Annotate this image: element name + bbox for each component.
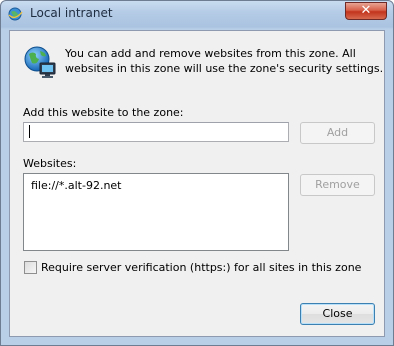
- remove-button[interactable]: Remove: [300, 174, 375, 196]
- dialog-window: Local intranet ✕ You can add and remove …: [0, 0, 394, 346]
- internet-options-icon: [8, 6, 24, 22]
- globe-network-icon: [23, 45, 57, 79]
- add-button[interactable]: Add: [300, 122, 375, 144]
- close-button[interactable]: Close: [300, 303, 375, 325]
- websites-list[interactable]: file://*.alt-92.net: [23, 173, 289, 251]
- require-https-checkbox[interactable]: [24, 261, 37, 274]
- add-website-input[interactable]: [23, 122, 289, 142]
- zone-description: You can add and remove websites from thi…: [65, 47, 384, 75]
- window-title: Local intranet: [30, 6, 113, 20]
- list-item[interactable]: file://*.alt-92.net: [31, 179, 122, 192]
- dialog-body: You can add and remove websites from thi…: [9, 30, 385, 337]
- require-https-label[interactable]: Require server verification (https:) for…: [41, 261, 361, 274]
- websites-label: Websites:: [23, 157, 77, 170]
- add-website-label: Add this website to the zone:: [23, 106, 184, 119]
- close-icon: ✕: [360, 3, 372, 18]
- text-caret: [29, 125, 30, 138]
- window-close-button[interactable]: ✕: [345, 2, 387, 20]
- title-bar[interactable]: Local intranet ✕: [1, 1, 393, 29]
